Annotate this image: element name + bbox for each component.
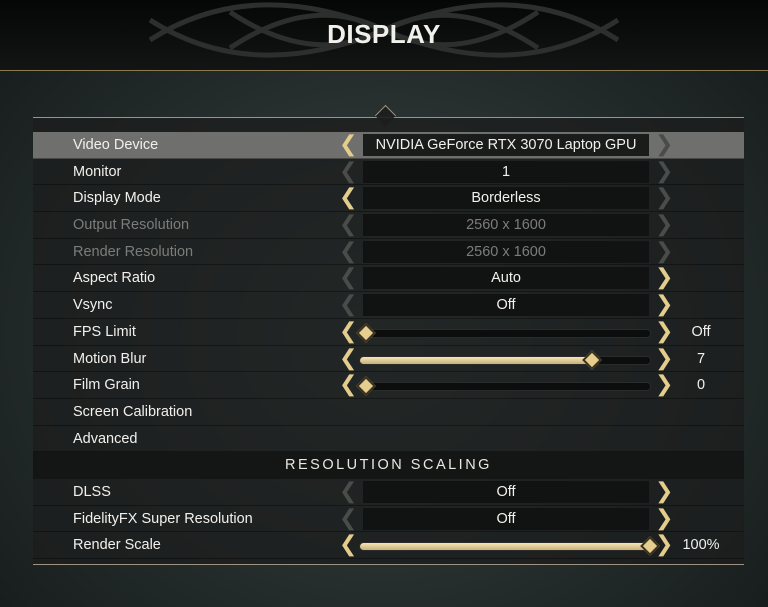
chevron-left-icon[interactable]: ❮ [339, 347, 357, 369]
chevron-right-icon[interactable]: ❯ [655, 320, 673, 342]
section-header-resolution-scaling: RESOLUTION SCALING [33, 452, 744, 479]
setting-row-render-scale[interactable]: Render Scale ❮ ❯ 100% [33, 532, 744, 559]
setting-value: NVIDIA GeForce RTX 3070 Laptop GPU [363, 134, 649, 156]
setting-row-vsync[interactable]: Vsync ❮ ❯ Off [33, 292, 744, 319]
page-title: DISPLAY [327, 19, 441, 49]
setting-label: FPS Limit [73, 323, 136, 340]
slider-track[interactable] [356, 376, 651, 397]
chevron-left-icon: ❮ [339, 265, 358, 291]
setting-label: Vsync [73, 297, 113, 314]
slider-track[interactable] [359, 349, 651, 370]
setting-row-display-mode[interactable]: Display Mode ❮ ❯ Borderless [33, 185, 744, 213]
setting-row-video-device[interactable]: Video Device ❮ ❯ NVIDIA GeForce RTX 3070 La… [33, 132, 744, 159]
chevron-right-icon: ❯ [655, 132, 674, 157]
setting-label: Screen Calibration [73, 403, 193, 420]
chevron-right-icon[interactable]: ❯ [655, 294, 673, 316]
slider-value: 0 [696, 377, 706, 394]
setting-value: 2560 x 1600 [363, 240, 649, 263]
slider-fill [360, 543, 650, 551]
chevron-right-icon[interactable]: ❯ [655, 347, 673, 369]
chevron-left-icon: ❮ [339, 212, 358, 238]
chevron-right-icon: ❯ [655, 212, 674, 238]
chevron-left-icon[interactable]: ❮ [339, 374, 357, 396]
setting-value: Off [363, 480, 649, 503]
setting-label: Output Resolution [73, 217, 190, 234]
setting-label: Render Scale [73, 537, 161, 554]
setting-row-render-resolution: Render Resolution ❮ ❯ 2560 x 1600 [33, 239, 744, 266]
chevron-right-icon: ❯ [655, 158, 674, 184]
chevron-right-icon: ❯ [655, 238, 674, 264]
slider-track[interactable] [356, 322, 651, 343]
setting-label: Motion Blur [73, 350, 147, 367]
chevron-right-icon: ❯ [655, 185, 674, 211]
setting-label: Advanced [73, 430, 138, 447]
chevron-right-icon[interactable]: ❯ [655, 267, 673, 289]
chevron-left-icon[interactable]: ❮ [339, 134, 357, 156]
setting-row-motion-blur[interactable]: Motion Blur ❮ ❯ 7 [33, 346, 744, 373]
setting-label: Display Mode [73, 190, 161, 207]
setting-row-film-grain[interactable]: Film Grain ❮ ❯ 0 [33, 372, 744, 399]
setting-row-screen-calibration[interactable]: Screen Calibration [33, 399, 744, 426]
chevron-left-icon[interactable]: ❮ [339, 320, 357, 342]
slider-value: Off [691, 323, 711, 340]
chevron-left-icon: ❮ [339, 158, 358, 184]
setting-value: 1 [363, 160, 649, 183]
setting-label: Aspect Ratio [73, 270, 156, 287]
slider-value: 100% [682, 537, 720, 554]
chevron-left-icon[interactable]: ❮ [339, 534, 357, 556]
setting-value: Off [363, 507, 649, 530]
chevron-left-icon[interactable]: ❮ [339, 187, 357, 209]
slider-fill [360, 356, 592, 364]
chevron-left-icon: ❮ [339, 292, 358, 318]
setting-label: Film Grain [73, 377, 140, 394]
slider-handle[interactable] [582, 349, 602, 370]
chevron-right-icon[interactable]: ❯ [655, 374, 673, 396]
chevron-left-icon: ❮ [339, 478, 358, 504]
setting-value: Auto [363, 267, 649, 290]
setting-row-monitor[interactable]: Monitor ❮ ❯ 1 [33, 159, 744, 186]
setting-value: Off [363, 294, 649, 317]
setting-row-output-resolution: Output Resolution ❮ ❯ 2560 x 1600 [33, 212, 744, 239]
slider-handle[interactable] [356, 322, 376, 343]
slider-value: 7 [696, 350, 706, 367]
setting-row-fidelityfx-super-resolution[interactable]: FidelityFX Super Resolution ❮ ❯ Off [33, 506, 744, 533]
chevron-left-icon: ❮ [339, 505, 358, 531]
setting-label: DLSS [73, 483, 111, 500]
setting-label: FidelityFX Super Resolution [73, 510, 253, 527]
header-bar: DISPLAY [0, 0, 768, 71]
setting-row-dlss[interactable]: DLSS ❮ ❯ Off [33, 479, 744, 506]
setting-label: Render Resolution [73, 243, 194, 260]
chevron-right-icon[interactable]: ❯ [655, 480, 673, 502]
slider-track[interactable] [359, 536, 660, 557]
setting-row-advanced[interactable]: Advanced [33, 426, 744, 453]
settings-list: Video Device ❮ ❯ NVIDIA GeForce RTX 3070 La… [33, 132, 744, 559]
setting-row-aspect-ratio[interactable]: Aspect Ratio ❮ ❯ Auto [33, 265, 744, 293]
setting-value: 2560 x 1600 [363, 214, 649, 237]
chevron-left-icon: ❮ [339, 238, 358, 264]
chevron-right-icon[interactable]: ❯ [655, 507, 673, 529]
slider-handle[interactable] [356, 376, 376, 397]
setting-label: Monitor [73, 163, 122, 180]
setting-row-fps-limit[interactable]: FPS Limit ❮ ❯ Off [33, 319, 744, 346]
setting-label: Video Device [73, 137, 159, 153]
setting-value: Borderless [363, 187, 649, 210]
